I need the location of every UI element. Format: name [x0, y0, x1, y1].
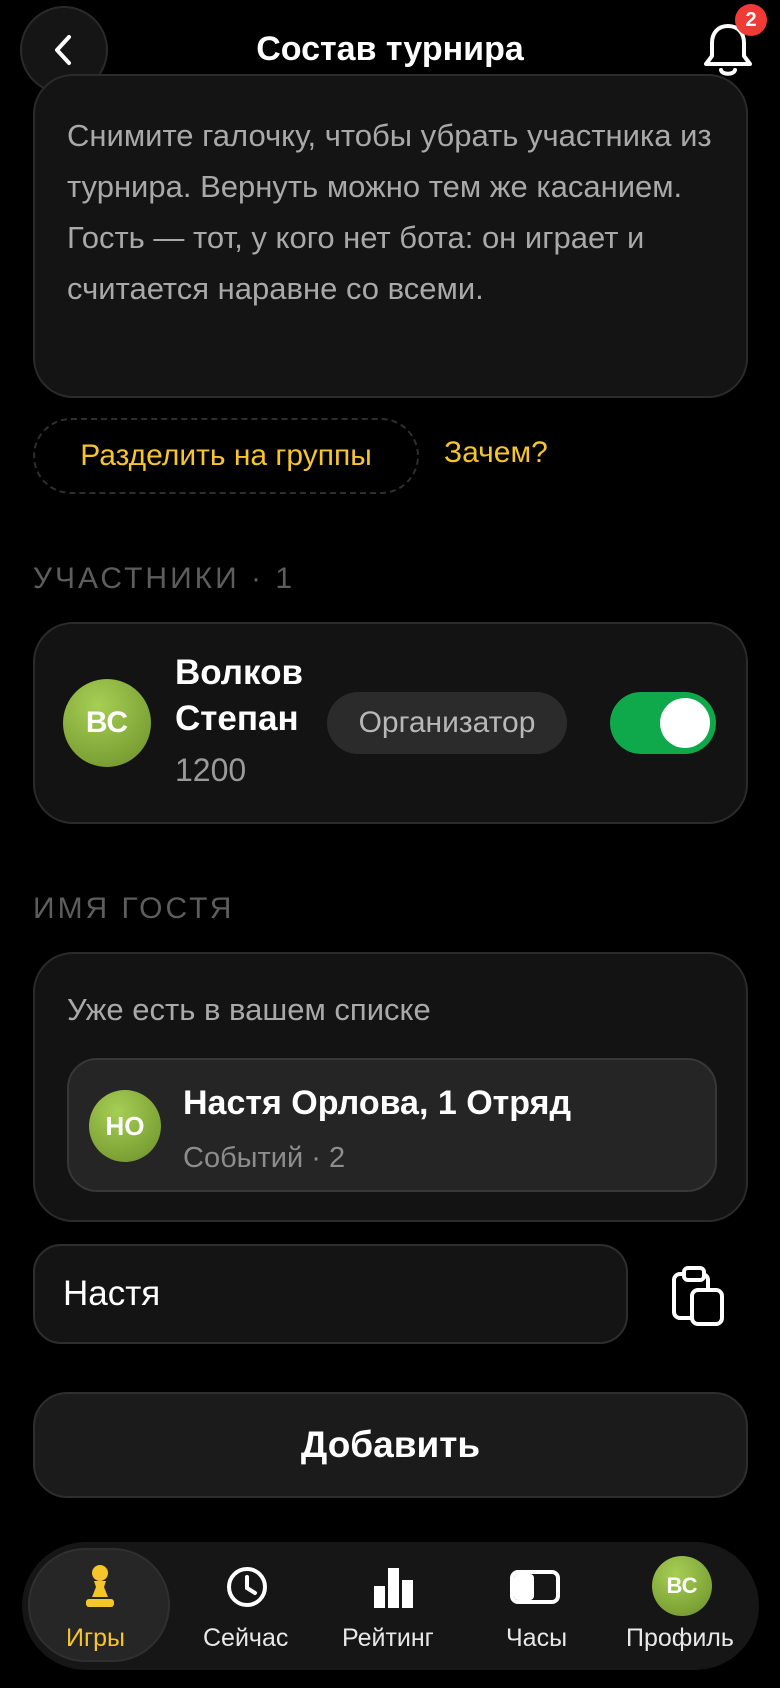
- avatar: ВС: [652, 1556, 712, 1616]
- bottom-tab-bar: Игры Сейчас Рейтинг Часы ВС Профиль: [22, 1542, 759, 1670]
- tab-now[interactable]: Сейчас: [177, 1542, 317, 1670]
- profile-avatar-wrap: ВС: [652, 1556, 712, 1616]
- chess-clock-icon: [510, 1562, 560, 1612]
- tab-label-profile: Профиль: [626, 1624, 734, 1652]
- suggestion-item[interactable]: НО Настя Орлова, 1 Отряд Событий · 2: [67, 1058, 717, 1192]
- suggestion-meta: Событий · 2: [183, 1142, 346, 1174]
- avatar: НО: [89, 1090, 161, 1162]
- include-toggle[interactable]: [610, 692, 716, 754]
- guest-suggestions-card: Уже есть в вашем списке НО Настя Орлова,…: [33, 952, 748, 1222]
- role-badge: Организатор: [327, 692, 567, 754]
- participant-rating: 1200: [175, 752, 247, 788]
- tab-label-games: Игры: [66, 1624, 125, 1652]
- paste-icon[interactable]: [668, 1264, 728, 1328]
- suggestion-name: Настя Орлова, 1 Отряд: [183, 1084, 572, 1122]
- info-text: Снимите галочку, чтобы убрать участника …: [67, 118, 712, 306]
- bar-chart-icon: [372, 1562, 414, 1612]
- guest-section-label: ИМЯ ГОСТЯ: [33, 892, 235, 925]
- why-link[interactable]: Зачем?: [444, 436, 548, 470]
- tab-label-now: Сейчас: [203, 1624, 289, 1652]
- tab-label-clock: Часы: [506, 1624, 568, 1652]
- participant-name: Волков Степан: [175, 650, 303, 742]
- participant-card: ВС Волков Степан 1200 Организатор: [33, 622, 748, 824]
- info-card: Снимите галочку, чтобы убрать участника …: [33, 74, 748, 398]
- tab-label-rating: Рейтинг: [342, 1624, 434, 1652]
- participant-first-name: Степан: [175, 699, 299, 738]
- tab-profile[interactable]: ВС Профиль: [612, 1542, 752, 1670]
- split-groups-button[interactable]: Разделить на группы: [33, 418, 419, 494]
- toggle-knob: [660, 698, 710, 748]
- avatar: ВС: [63, 679, 151, 767]
- add-button[interactable]: Добавить: [33, 1392, 748, 1498]
- participants-section-label: УЧАСТНИКИ · 1: [33, 562, 296, 595]
- pawn-icon: [80, 1562, 120, 1612]
- guest-hint: Уже есть в вашем списке: [67, 992, 431, 1027]
- clock-icon: [225, 1562, 269, 1612]
- tab-rating[interactable]: Рейтинг: [322, 1542, 462, 1670]
- participant-last-name: Волков: [175, 653, 303, 692]
- tab-games[interactable]: Игры: [30, 1542, 170, 1670]
- guest-name-input[interactable]: [33, 1244, 628, 1344]
- page-title: Состав турнира: [256, 30, 524, 68]
- notification-badge: 2: [735, 4, 767, 36]
- tab-clock[interactable]: Часы: [468, 1542, 608, 1670]
